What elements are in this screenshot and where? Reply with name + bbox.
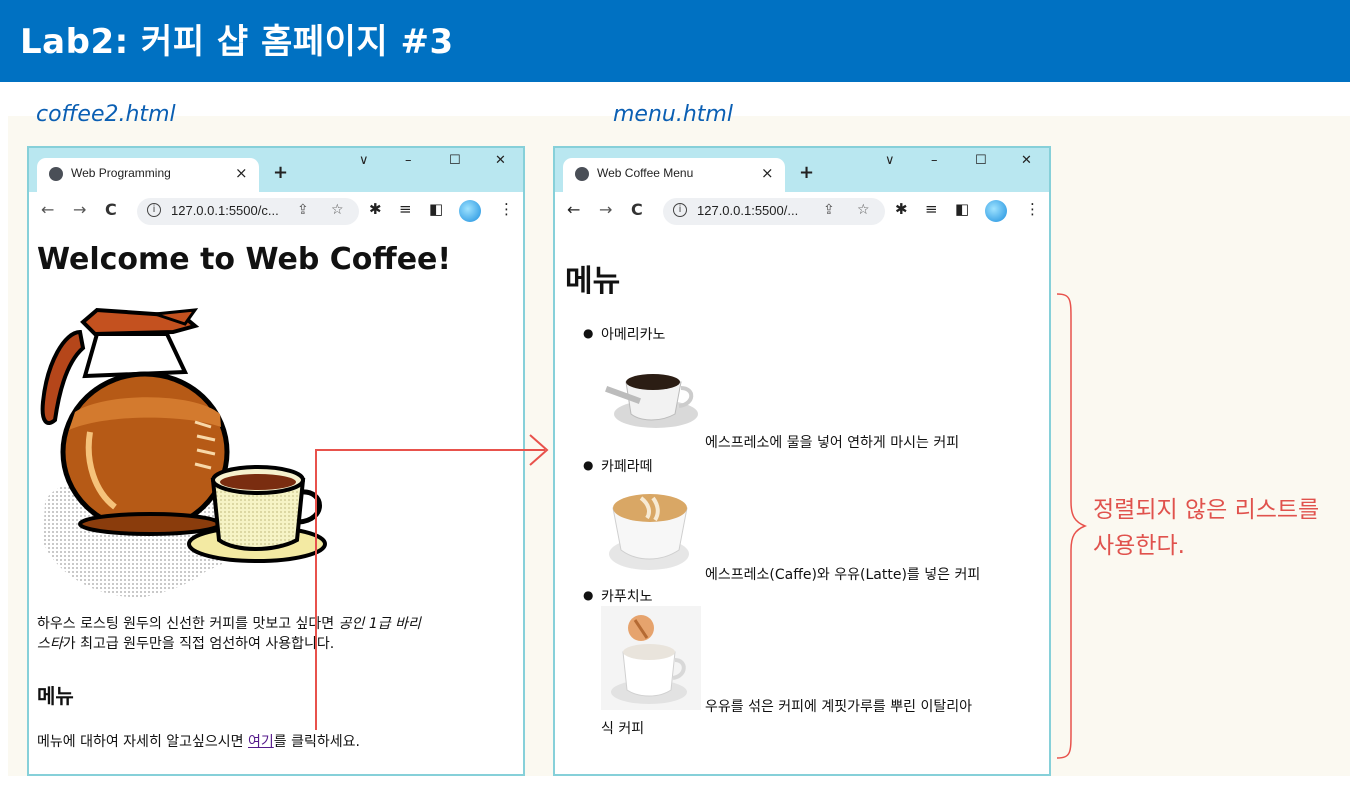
annotation-line-2: 사용한다. xyxy=(1093,533,1185,559)
curly-brace xyxy=(1056,293,1088,759)
annotation-line-1: 정렬되지 않은 리스트를 xyxy=(1093,497,1320,523)
connector-arrow xyxy=(315,434,549,730)
annotation-text: 정렬되지 않은 리스트를 사용한다. xyxy=(1093,492,1319,564)
